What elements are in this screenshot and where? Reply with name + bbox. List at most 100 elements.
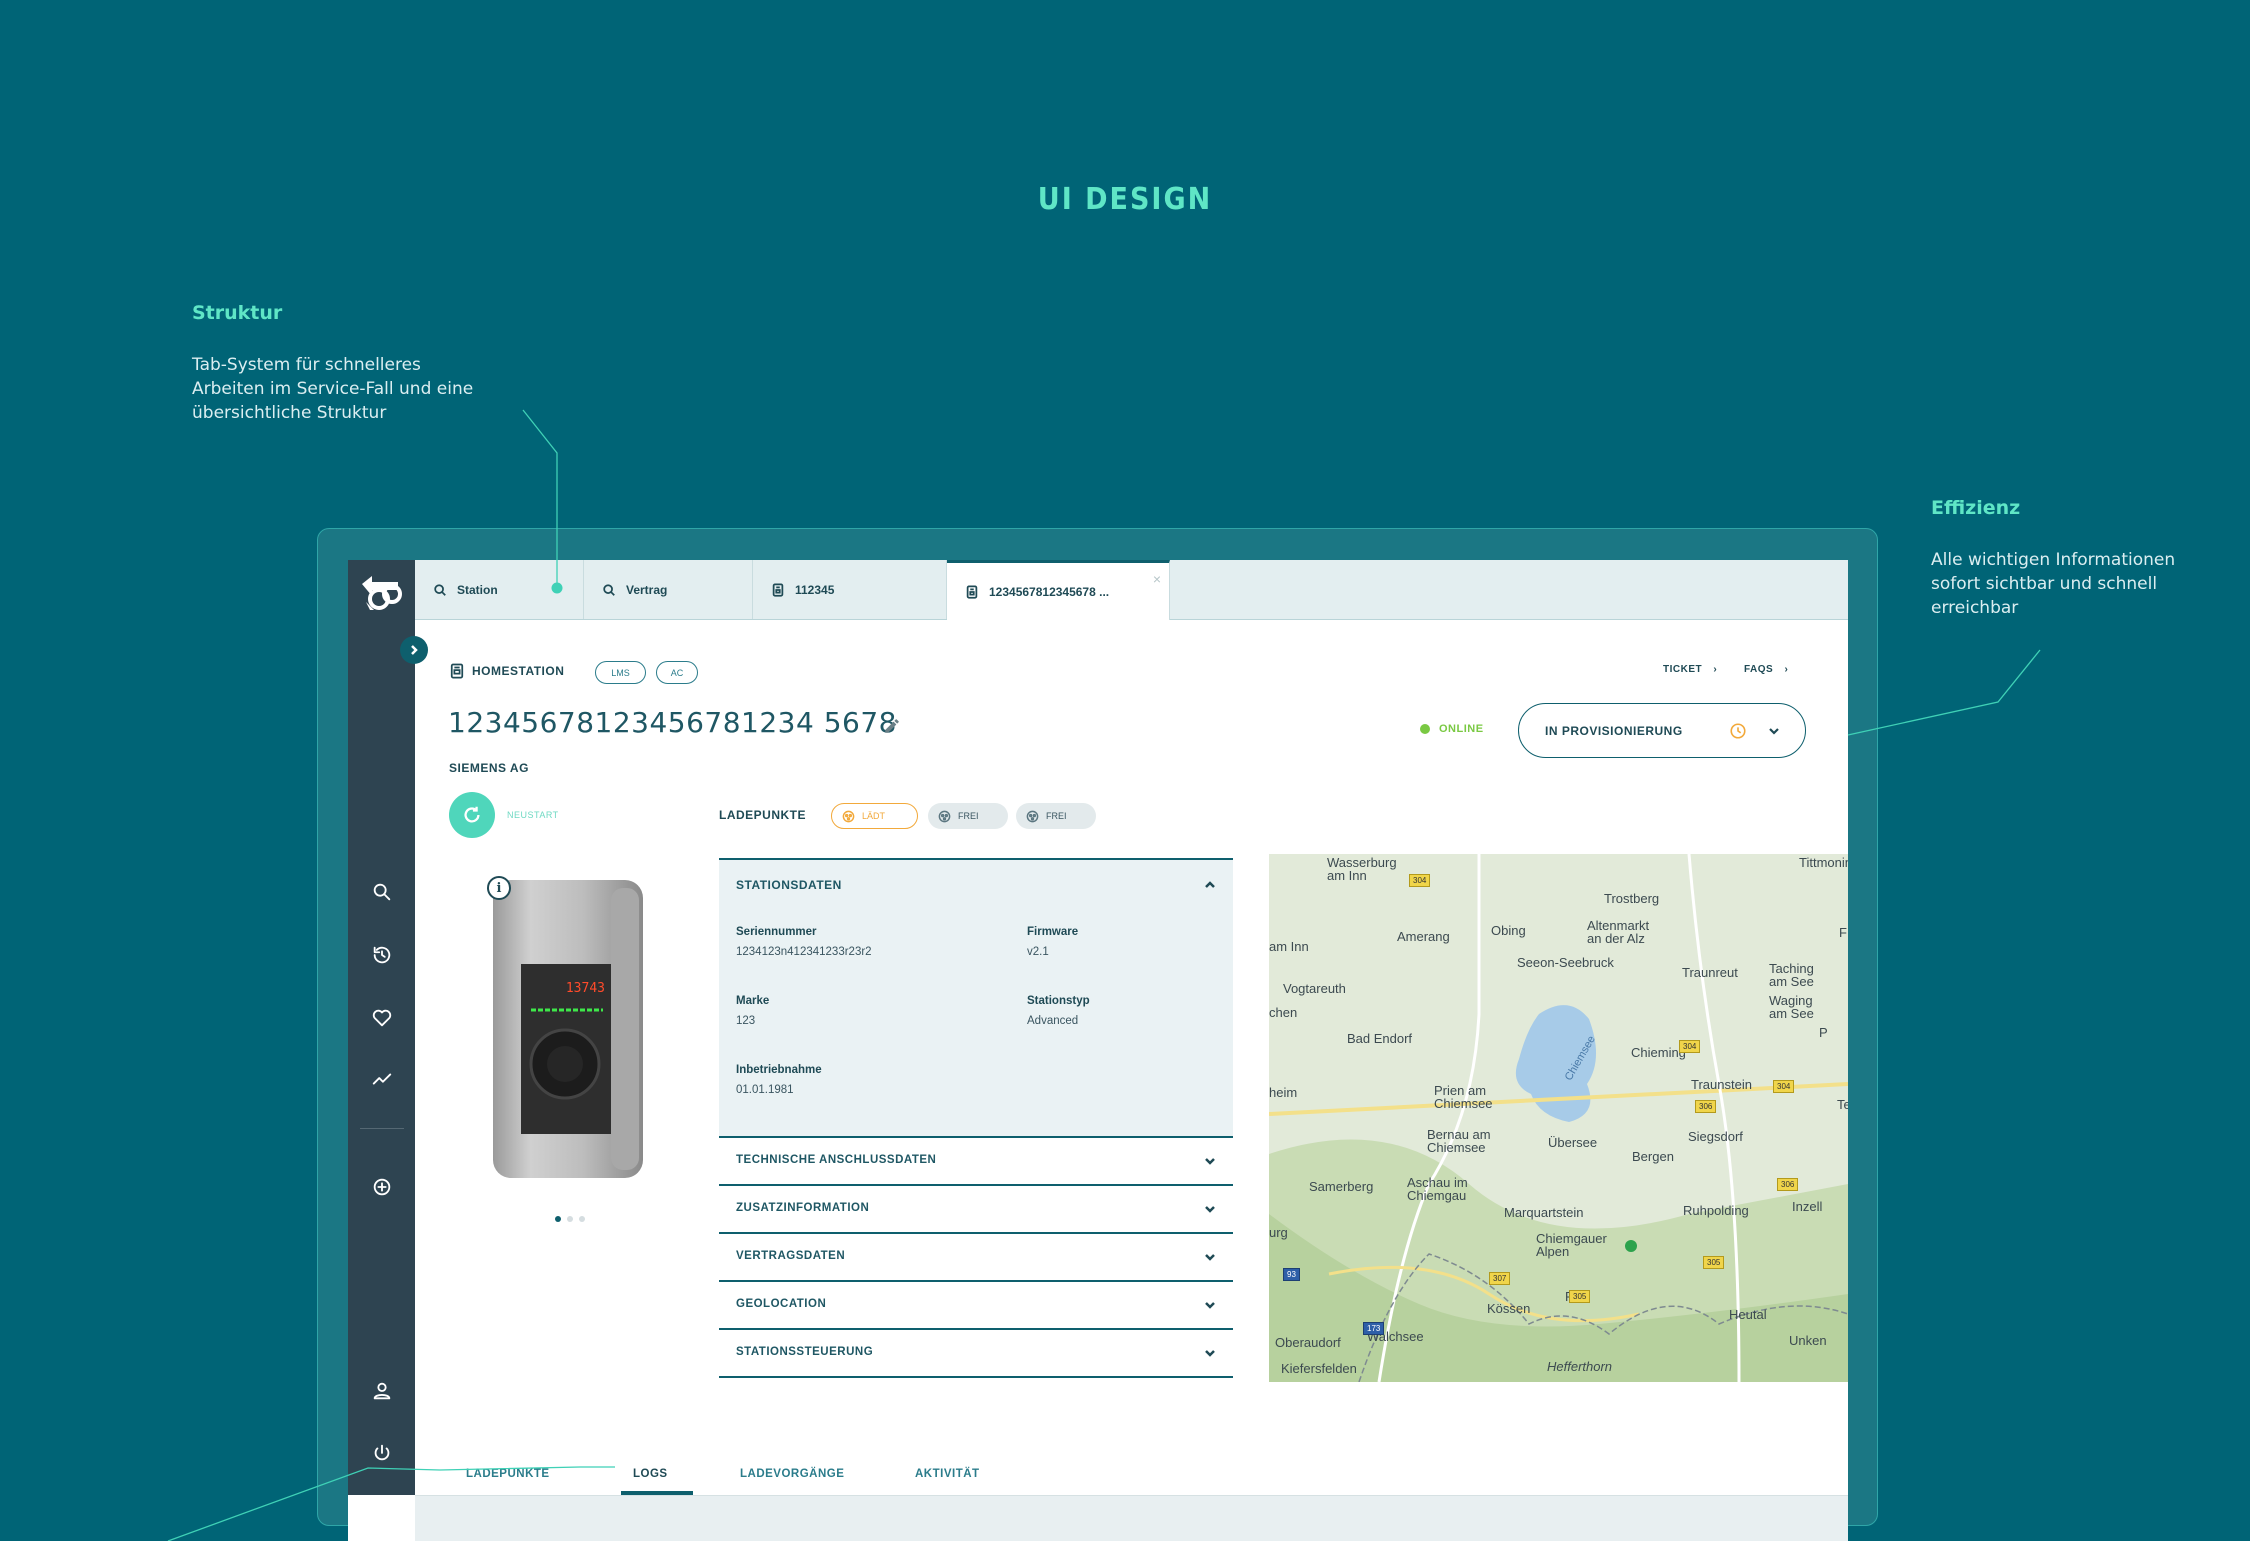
power-icon[interactable] [364, 1435, 400, 1471]
active-tab-indicator [621, 1491, 693, 1495]
tab-ladevorgaenge[interactable]: LADEVORGÄNGE [740, 1468, 844, 1480]
ladepunkt-chip-frei-1[interactable]: FREI [928, 803, 1008, 829]
map-label: Prien am Chiemsee [1434, 1083, 1493, 1111]
chevron-right-icon: › [1713, 664, 1718, 675]
refresh-icon [464, 806, 480, 823]
close-icon[interactable]: × [1153, 571, 1161, 587]
chevron-down-icon [1203, 1154, 1217, 1168]
plug-icon [1026, 810, 1039, 822]
station-id: 12345678123456781234 5678 [448, 706, 897, 739]
search-icon [434, 583, 446, 596]
ladepunkt-chip-laedt[interactable]: LÄDT [831, 803, 918, 829]
pill-ac[interactable]: AC [656, 661, 698, 684]
map-label: am Inn [1269, 939, 1309, 954]
map-label: chen [1269, 1005, 1298, 1020]
accordion-stationssteuerung[interactable]: STATIONSSTEUERUNG [719, 1330, 1233, 1378]
location-map[interactable]: Wasserburgam Inn Trostberg Tittmoning Ob… [1269, 854, 1848, 1382]
tab-aktivitaet[interactable]: AKTIVITÄT [915, 1468, 980, 1480]
chip-label: LÄDT [862, 811, 886, 821]
accordion-geolocation[interactable]: GEOLOCATION [719, 1282, 1233, 1330]
station-type-label: HOMESTATION [472, 664, 565, 678]
chevron-right-icon: › [1784, 664, 1789, 675]
field-label: Marke [736, 995, 770, 1007]
chevron-up-icon[interactable] [1203, 878, 1217, 892]
ticket-link-label: TICKET [1663, 664, 1703, 675]
map-label: Trostberg [1604, 891, 1660, 906]
map-label: Bad Endorf [1347, 1031, 1413, 1046]
annotation-line: Arbeiten im Service-Fall und eine [192, 379, 474, 399]
annotation-line: Tab-System für schnelleres [192, 355, 421, 375]
plug-icon [842, 810, 855, 822]
road-badge: 307 [1489, 1272, 1511, 1285]
clock-icon [1730, 723, 1746, 739]
field-value: Advanced [1027, 1015, 1079, 1027]
app-window: Station Vertrag 112345 1234567812345678 … [348, 560, 1848, 1541]
map-label: Übersee [1548, 1135, 1598, 1150]
tab-label: Station [457, 582, 498, 597]
station-icon [772, 582, 784, 597]
accordion-vertragsdaten[interactable]: VERTRAGSDATEN [719, 1234, 1233, 1282]
accordion-header: GEOLOCATION [736, 1298, 827, 1310]
sidebar [348, 560, 415, 1495]
map-label: Wasserburg am Inn [1327, 855, 1397, 883]
map-label: Hefferthorn [1547, 1359, 1613, 1374]
accordion-zusatzinformation[interactable]: ZUSATZINFORMATION [719, 1186, 1233, 1234]
map-label: Bergen [1632, 1149, 1674, 1164]
user-icon[interactable] [364, 1373, 400, 1409]
history-icon[interactable] [364, 937, 400, 973]
annotation-line: sofort sichtbar und schnell [1931, 574, 2158, 594]
accordion-stationsdaten: STATIONSDATEN Seriennummer 1234123n41234… [719, 858, 1233, 1138]
ticket-link[interactable]: TICKET › [1663, 664, 1717, 675]
accordion-technische-anschlussdaten[interactable]: TECHNISCHE ANSCHLUSSDATEN [719, 1138, 1233, 1186]
map-label: Ruhpolding [1683, 1203, 1749, 1218]
tab-station[interactable]: Station [415, 560, 584, 619]
tab-112345[interactable]: 112345 [753, 560, 947, 619]
info-icon[interactable]: i [487, 876, 511, 900]
map-label: Bernau am Chiemsee [1427, 1127, 1491, 1155]
annotation-line: übersichtliche Struktur [192, 403, 387, 423]
map-label: Obing [1491, 923, 1526, 938]
map-label: Taching am See [1769, 961, 1814, 989]
trend-icon[interactable] [364, 1061, 400, 1097]
tab-station-detail[interactable]: 1234567812345678 ... × [947, 560, 1170, 620]
annotation-effizienz-text: Alle wichtigen Informationen sofort sich… [1931, 548, 2175, 620]
status-online: ONLINE [1420, 723, 1484, 735]
faqs-link-label: FAQS [1744, 664, 1774, 675]
road-badge: 305 [1569, 1290, 1591, 1303]
map-background [1269, 854, 1848, 1382]
add-icon[interactable] [364, 1169, 400, 1205]
charging-station-image: 13743 [493, 880, 643, 1178]
map-label: Seeon-Seebruck [1517, 955, 1614, 970]
provisioning-select[interactable]: IN PROVISIONIERUNG [1518, 703, 1806, 758]
annotation-line: erreichbar [1931, 598, 2019, 618]
map-label: F [1839, 925, 1847, 940]
tab-vertrag[interactable]: Vertrag [584, 560, 753, 619]
map-label: Inzell [1792, 1199, 1823, 1214]
field-value: 123 [736, 1015, 756, 1027]
bottom-tab-bar: LADEPUNKTE LOGS LADEVORGÄNGE AKTIVITÄT [415, 1450, 1848, 1496]
tab-ladepunkte[interactable]: LADEPUNKTE [466, 1468, 550, 1480]
annotation-struktur-title: Struktur [192, 302, 283, 324]
map-label: P [1819, 1025, 1828, 1040]
sidebar-expand-button[interactable] [400, 636, 428, 664]
heart-icon[interactable] [364, 1000, 400, 1036]
map-label: Samerberg [1309, 1179, 1374, 1194]
image-carousel-dots[interactable] [555, 1216, 585, 1222]
road-badge: 304 [1679, 1040, 1701, 1053]
edit-icon[interactable] [883, 717, 901, 735]
brand-logo[interactable] [358, 570, 404, 616]
restart-button[interactable] [449, 792, 495, 838]
status-label: ONLINE [1439, 723, 1484, 735]
pill-lms[interactable]: LMS [595, 661, 646, 684]
map-label: Aschau im Chiemgau [1407, 1175, 1468, 1203]
ladepunkt-chip-frei-2[interactable]: FREI [1016, 803, 1096, 829]
search-icon[interactable] [364, 874, 400, 910]
chevron-down-icon [1203, 1250, 1217, 1264]
map-label: Heutal [1729, 1307, 1767, 1322]
road-badge: 306 [1695, 1100, 1717, 1113]
faqs-link[interactable]: FAQS › [1744, 664, 1788, 675]
tab-logs[interactable]: LOGS [633, 1468, 668, 1480]
map-label: Chieming [1631, 1045, 1686, 1060]
accordion-header[interactable]: STATIONSDATEN [736, 878, 842, 892]
chevron-down-icon [1203, 1298, 1217, 1312]
